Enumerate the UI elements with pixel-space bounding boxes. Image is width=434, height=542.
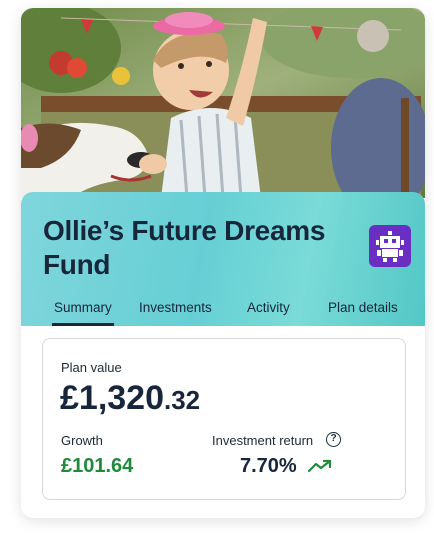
investment-return-value: 7.70% [240,455,297,477]
tab-summary[interactable]: Summary [52,300,114,326]
robot-icon [369,225,411,267]
growth-label: Growth [61,433,103,448]
fund-title: Ollie’s Future Dreams Fund [43,215,326,280]
plan-value-major: £1,320 [60,379,164,417]
plan-summary-panel: Plan value £1,320.32 Growth £101.64 Inve… [42,338,406,500]
tab-plan-details[interactable]: Plan details [328,300,398,326]
trending-up-icon [308,459,332,473]
question-circle-icon[interactable]: ? [326,432,341,447]
fund-header: Ollie’s Future Dreams Fund Summary Inves… [21,192,425,326]
growth-value: £101.64 [61,455,134,477]
tab-activity[interactable]: Activity [247,300,290,326]
hero-photo [21,8,425,198]
tab-investments[interactable]: Investments [139,300,212,326]
plan-value-label: Plan value [61,360,122,375]
plan-value: £1,320.32 [60,379,200,418]
investment-return-label: Investment return [212,433,314,448]
plan-value-minor: .32 [164,385,201,415]
fund-card: Ollie’s Future Dreams Fund Summary Inves… [21,8,425,518]
fund-tabs: Summary Investments Activity Plan detail… [21,300,425,326]
